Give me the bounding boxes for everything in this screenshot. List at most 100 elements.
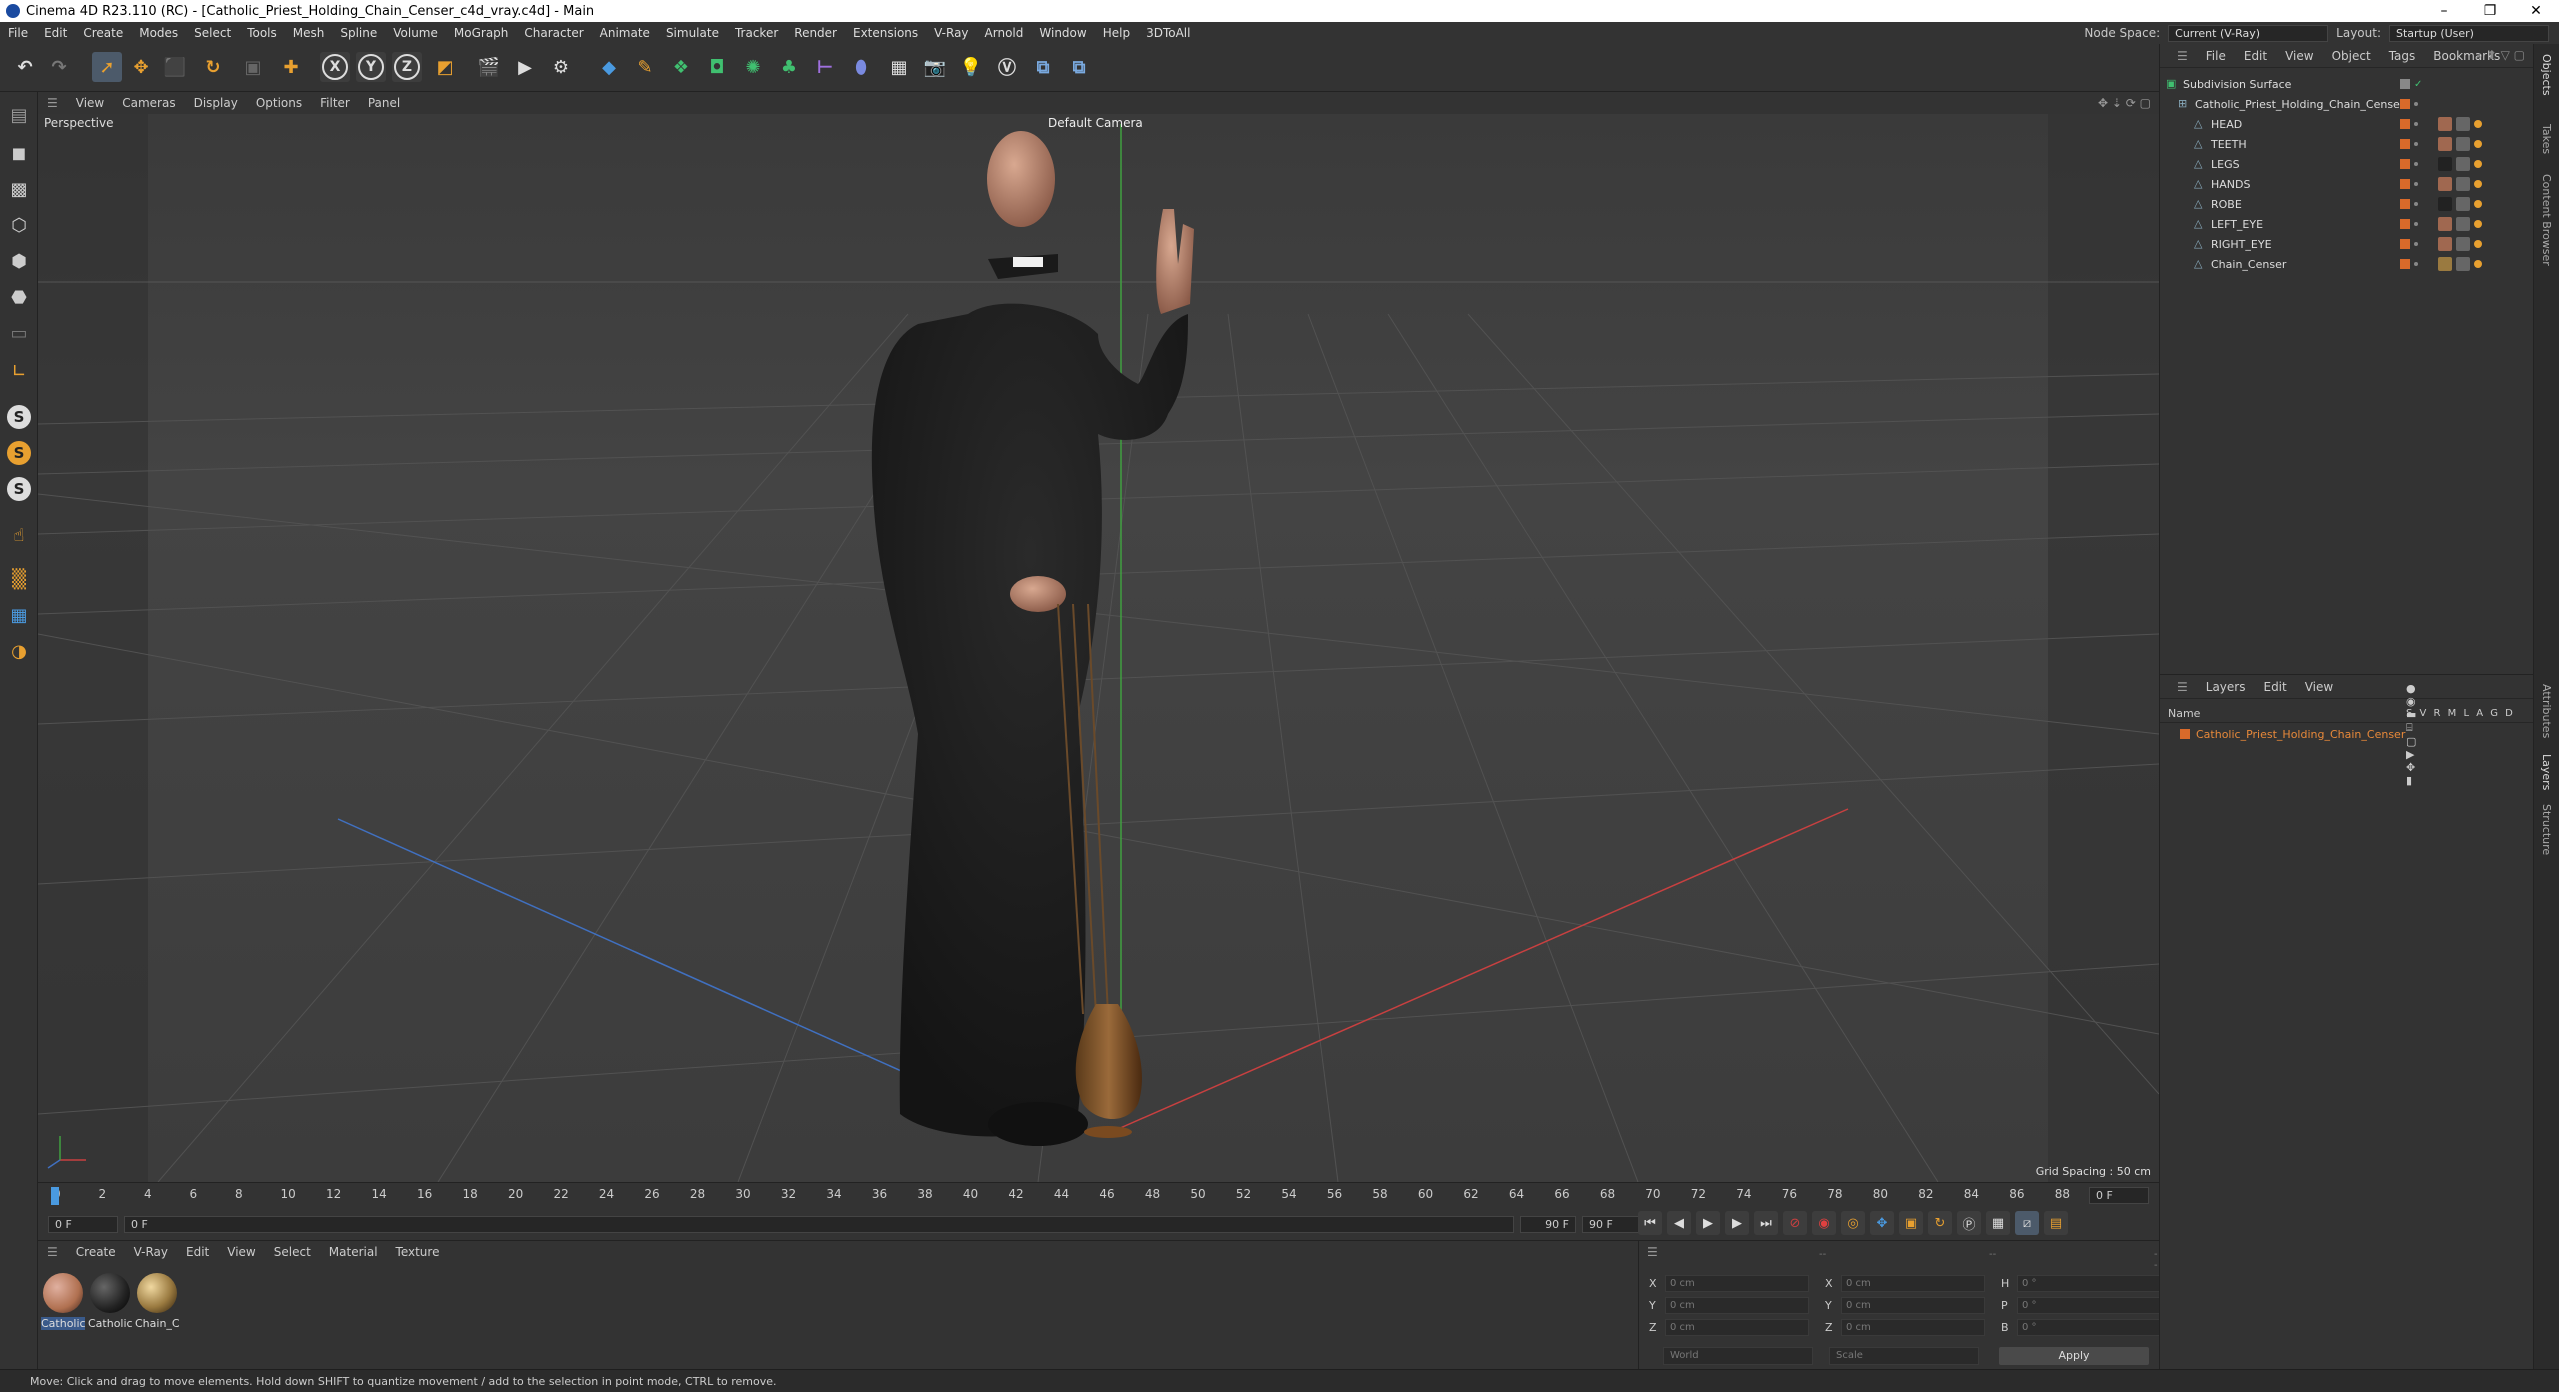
redo-icon[interactable]: ↷ (44, 52, 74, 82)
uvw-tag-icon[interactable] (2456, 137, 2470, 151)
camera-label[interactable]: Default Camera (1048, 116, 1143, 130)
render-settings-icon[interactable]: ⚙ (546, 52, 576, 82)
play-icon[interactable]: ▶ (1696, 1211, 1720, 1235)
menu-select[interactable]: Select (186, 22, 239, 44)
tab-objects[interactable]: Objects (2540, 54, 2553, 96)
phong-tag-icon[interactable] (2474, 260, 2482, 268)
x-axis-lock-icon[interactable]: X (320, 52, 350, 82)
grid-icon[interactable]: ▦ (4, 600, 34, 630)
viewport-menu-display[interactable]: Display (185, 96, 247, 110)
minimize-button[interactable]: – (2421, 0, 2467, 22)
phong-tag-icon[interactable] (2474, 140, 2482, 148)
menu-simulate[interactable]: Simulate (658, 22, 727, 44)
phong-tag-icon[interactable] (2474, 240, 2482, 248)
tree-row-teeth[interactable]: △ TEETH (2160, 134, 2534, 154)
quantize-icon[interactable]: S (4, 474, 34, 504)
3d-viewport[interactable]: Perspective Default Camera Grid Spacing … (38, 114, 2159, 1182)
mograph-cloner-icon[interactable]: ✺ (738, 52, 768, 82)
viewport-menu-filter[interactable]: Filter (311, 96, 359, 110)
render-region-icon[interactable]: 🎬 (474, 52, 504, 82)
tree-row-chain-censer[interactable]: △ Chain_Censer (2160, 254, 2534, 274)
menu-mograph[interactable]: MoGraph (446, 22, 517, 44)
layer-row[interactable]: Catholic_Priest_Holding_Chain_Censer ● ◉… (2160, 682, 2416, 787)
layers-menu-hamburger-icon[interactable]: ☰ (2168, 680, 2197, 694)
workplane-icon[interactable]: ∟ (4, 356, 34, 386)
material-menu-hamburger-icon[interactable]: ☰ (38, 1245, 67, 1259)
tab-layers[interactable]: Layers (2540, 754, 2553, 790)
objects-search-icon[interactable]: ⌕ ⬆ ▽ ▢ (2476, 48, 2525, 63)
apply-button[interactable]: Apply (1999, 1347, 2149, 1365)
scale-tool-icon[interactable]: ⬛ (160, 52, 190, 82)
objects-menu-file[interactable]: File (2197, 49, 2235, 63)
move-tool-icon[interactable]: ✥ (126, 52, 156, 82)
material-menu-texture[interactable]: Texture (387, 1245, 449, 1259)
layers-menu-edit[interactable]: Edit (2254, 680, 2295, 694)
menu-animate[interactable]: Animate (592, 22, 658, 44)
pla-key-icon[interactable]: ▦ (1986, 1211, 2010, 1235)
soft-selection-icon[interactable]: ☝ (4, 520, 34, 550)
floor-icon[interactable]: ▦ (884, 52, 914, 82)
timeline-ruler[interactable]: 0246810121416182022242628303234363840424… (51, 1187, 2123, 1207)
render-view-icon[interactable]: ▶ (510, 52, 540, 82)
material-swatch[interactable]: Catholic (88, 1273, 132, 1330)
menu-tools[interactable]: Tools (239, 22, 285, 44)
rotate-tool-icon[interactable]: ↻ (198, 52, 228, 82)
objects-menu-object[interactable]: Object (2323, 49, 2380, 63)
material-tag-icon[interactable] (2438, 197, 2452, 211)
viewport-menu-hamburger-icon[interactable]: ☰ (38, 96, 67, 110)
material-menu-select[interactable]: Select (265, 1245, 320, 1259)
edges-mode-icon[interactable]: ⬢ (4, 246, 34, 276)
uvw-tag-icon[interactable] (2456, 257, 2470, 271)
z-axis-lock-icon[interactable]: Z (392, 52, 422, 82)
record-keys-icon[interactable]: ⊘ (1783, 1211, 1807, 1235)
visibility-dot[interactable] (2414, 102, 2418, 106)
material-tag-icon[interactable] (2438, 137, 2452, 151)
position-y-field[interactable]: 0 cm (1665, 1297, 1809, 1314)
menu-character[interactable]: Character (516, 22, 591, 44)
vray-icon[interactable]: Ⓥ (992, 52, 1022, 82)
menu-spline[interactable]: Spline (332, 22, 385, 44)
material-swatch[interactable]: Catholic (41, 1273, 85, 1330)
material-tag-icon[interactable] (2438, 177, 2452, 191)
visibility-dot[interactable] (2414, 242, 2418, 246)
coordinates-menu-hamburger-icon[interactable]: ☰ (1647, 1245, 1658, 1259)
layer-color-swatch[interactable] (2180, 729, 2190, 739)
node-space-dropdown[interactable]: Current (V-Ray) (2168, 24, 2329, 42)
viewport-menu-options[interactable]: Options (247, 96, 311, 110)
tree-row-legs[interactable]: △ LEGS (2160, 154, 2534, 174)
size-z-field[interactable]: 0 cm (1841, 1319, 1985, 1336)
create-tool-icon[interactable]: ✚ (276, 52, 306, 82)
uvw-tag-icon[interactable] (2456, 157, 2470, 171)
menu-modes[interactable]: Modes (131, 22, 186, 44)
objects-menu-hamburger-icon[interactable]: ☰ (2168, 49, 2197, 63)
phong-tag-icon[interactable] (2474, 220, 2482, 228)
solo-icon[interactable]: ▒ (4, 564, 34, 594)
uvw-tag-icon[interactable] (2456, 217, 2470, 231)
menu-vray[interactable]: V-Ray (926, 22, 976, 44)
tab-content-browser[interactable]: Content Browser (2540, 174, 2553, 266)
tab-takes[interactable]: Takes (2540, 124, 2553, 154)
visibility-dot[interactable] (2414, 122, 2418, 126)
coordinate-system-icon[interactable]: ◩ (430, 52, 460, 82)
previous-frame-icon[interactable]: ◀ (1667, 1211, 1691, 1235)
viewport-nav-icons[interactable]: ✥ ⇣ ⟳ ▢ (2098, 96, 2151, 110)
material-tag-icon[interactable] (2438, 257, 2452, 271)
timeline-window-icon[interactable]: ▤ (2044, 1211, 2068, 1235)
size-y-field[interactable]: 0 cm (1841, 1297, 1985, 1314)
go-to-start-icon[interactable]: ⏮ (1638, 1211, 1662, 1235)
light-icon[interactable]: 💡 (956, 52, 986, 82)
layer-flag-icons[interactable]: ● ◉ ▬ ⌸ ▢ ▶ ✥ ▮ (2406, 682, 2418, 787)
tree-row-right-eye[interactable]: △ RIGHT_EYE (2160, 234, 2534, 254)
close-button[interactable]: ✕ (2513, 0, 2559, 22)
menu-help[interactable]: Help (1095, 22, 1138, 44)
layers-menu-view[interactable]: View (2296, 680, 2342, 694)
layers-menu-layers[interactable]: Layers (2197, 680, 2255, 694)
visibility-dot[interactable] (2414, 262, 2418, 266)
extrude-icon[interactable]: ◘ (702, 52, 732, 82)
material-tag-icon[interactable] (2438, 157, 2452, 171)
material-menu-view[interactable]: View (218, 1245, 264, 1259)
material-menu-material[interactable]: Material (320, 1245, 387, 1259)
rotation-key-icon[interactable]: ↻ (1928, 1211, 1952, 1235)
menu-tracker[interactable]: Tracker (727, 22, 786, 44)
visibility-dot[interactable] (2414, 202, 2418, 206)
